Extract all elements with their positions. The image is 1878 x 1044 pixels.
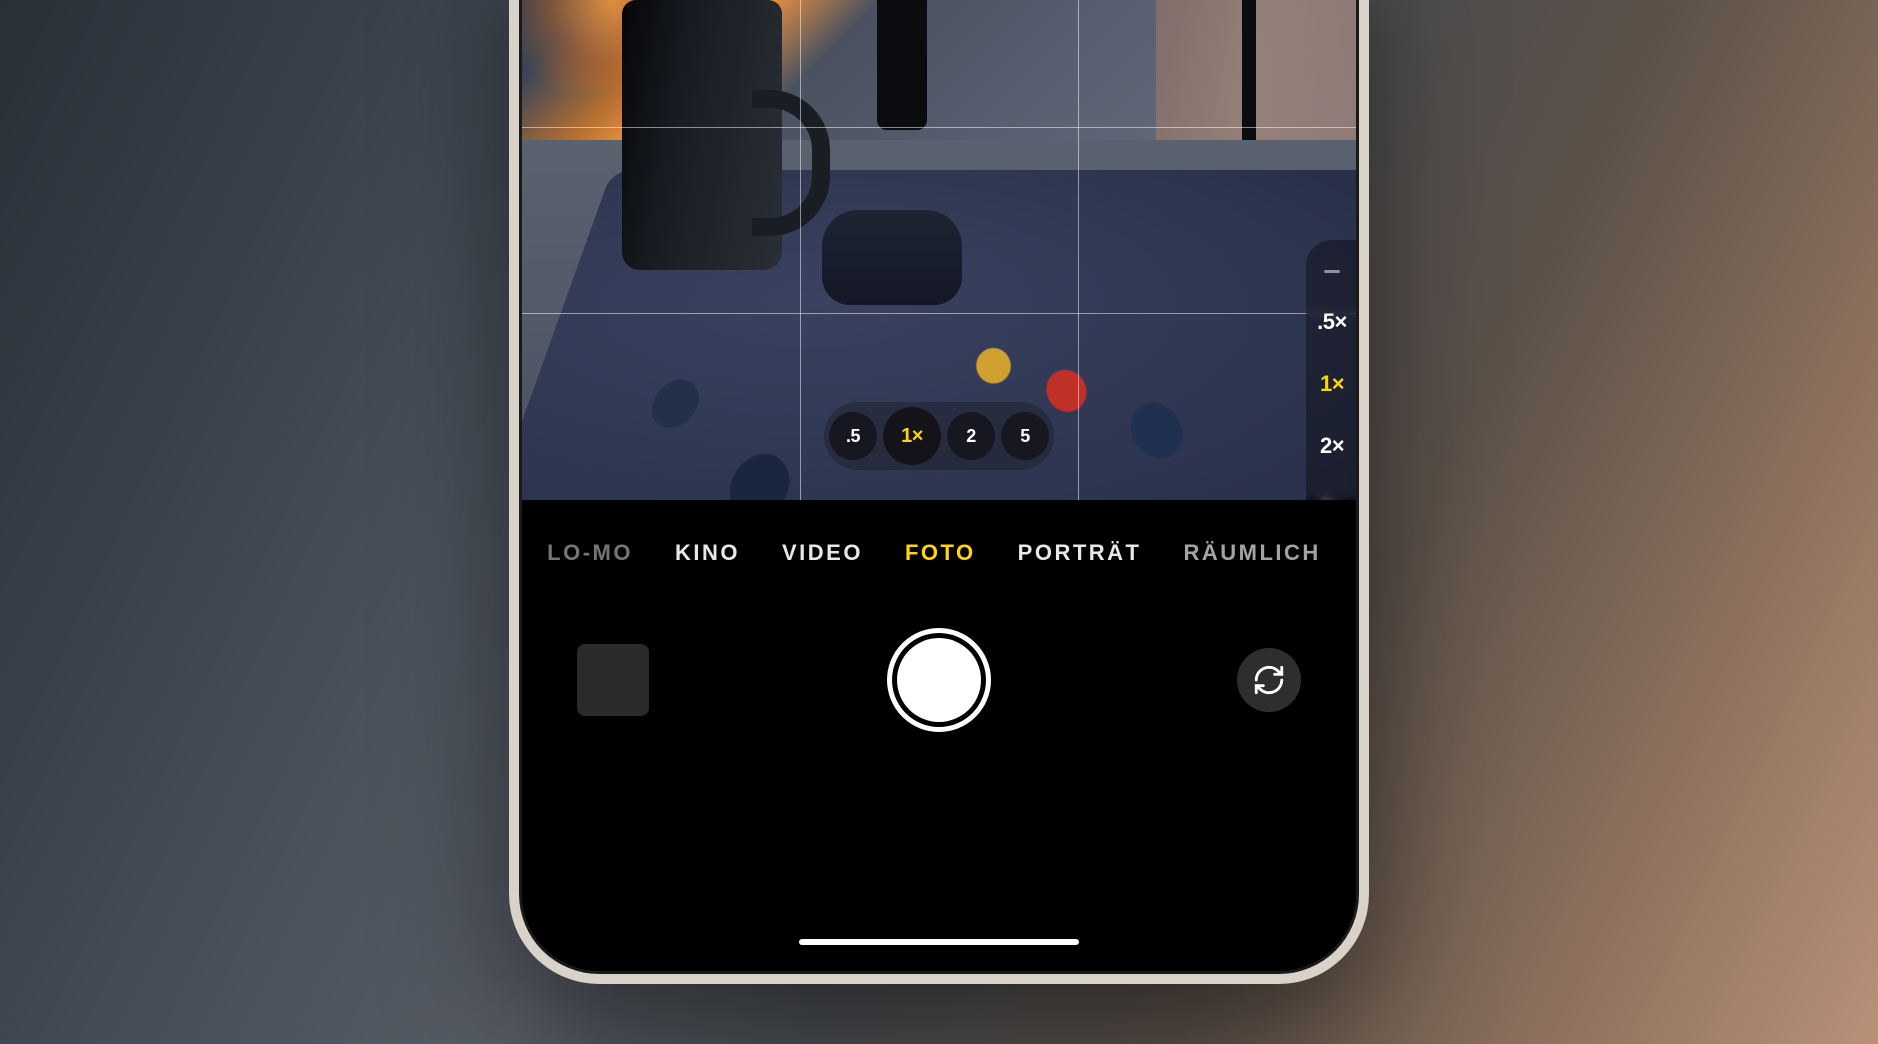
phone-frame: .5 1× 2 5 .5× 1× 2× 5× LO-MO KINO VIDEO …	[509, 0, 1369, 984]
mode-spatial[interactable]: RÄUMLICH	[1184, 540, 1321, 566]
zoom-wheel-2x[interactable]: 2×	[1320, 433, 1344, 459]
capture-row	[522, 620, 1356, 740]
camera-controls: LO-MO KINO VIDEO FOTO PORTRÄT RÄUMLICH	[522, 500, 1356, 971]
zoom-selector[interactable]: .5 1× 2 5	[824, 402, 1054, 470]
zoom-wheel-0-5x[interactable]: .5×	[1317, 309, 1347, 335]
mode-portrait[interactable]: PORTRÄT	[1018, 540, 1142, 566]
last-photo-thumbnail[interactable]	[577, 644, 649, 716]
mode-kino[interactable]: KINO	[675, 540, 740, 566]
zoom-option-2x[interactable]: 2	[947, 412, 995, 460]
home-indicator[interactable]	[799, 939, 1079, 945]
flip-camera-button[interactable]	[1237, 648, 1301, 712]
phone-screen: .5 1× 2 5 .5× 1× 2× 5× LO-MO KINO VIDEO …	[519, 0, 1359, 974]
camera-viewfinder[interactable]: .5 1× 2 5	[522, 0, 1356, 500]
zoom-wheel-1x[interactable]: 1×	[1320, 371, 1344, 397]
mode-foto[interactable]: FOTO	[905, 540, 976, 566]
zoom-option-5x[interactable]: 5	[1001, 412, 1049, 460]
shutter-inner	[897, 638, 981, 722]
zoom-option-1x[interactable]: 1×	[883, 407, 941, 465]
zoom-wheel-tick	[1324, 270, 1340, 273]
mode-video[interactable]: VIDEO	[782, 540, 863, 566]
flip-camera-icon	[1252, 663, 1286, 697]
zoom-option-0-5x[interactable]: .5	[829, 412, 877, 460]
shutter-button[interactable]	[887, 628, 991, 732]
mode-selector[interactable]: LO-MO KINO VIDEO FOTO PORTRÄT RÄUMLICH	[522, 540, 1356, 566]
mode-slomo[interactable]: LO-MO	[547, 540, 633, 566]
